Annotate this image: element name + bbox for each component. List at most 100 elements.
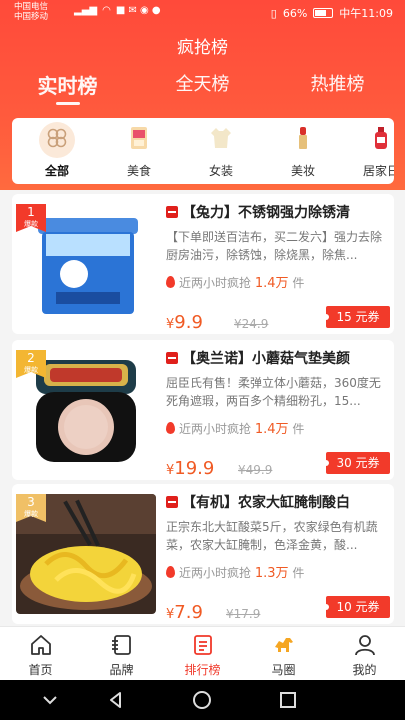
hot-label: 近两小时疯抢 [179, 566, 252, 580]
tabbar-horse-circle[interactable]: 马圈 [243, 627, 324, 680]
price: ¥9.9 [166, 312, 203, 333]
coupon-button[interactable]: 10 元券 [323, 596, 390, 618]
original-price: ¥17.9 [226, 607, 261, 621]
product-title-text: 【兔力】不锈钢强力除锈清 [182, 205, 350, 221]
product-title-text: 【有机】农家大缸腌制酸白 [182, 495, 350, 511]
hot-label: 近两小时疯抢 [179, 276, 252, 290]
rank-badge: 1 爆款 [16, 204, 46, 232]
category-cosmetics[interactable]: 美妆 [268, 118, 338, 184]
category-household[interactable]: 居家日 [346, 118, 394, 184]
tabbar-label: 排行榜 [184, 663, 221, 677]
price: ¥19.9 [166, 458, 214, 479]
price-value: 19.9 [174, 458, 215, 479]
notification-icon: ■ ✉ ◉ ● [115, 5, 161, 16]
carrier-1: 中国电信 [14, 2, 49, 12]
nav-back-icon[interactable] [106, 690, 126, 710]
category-bar: 全部 美食 女装 美妆 居家日 [12, 118, 394, 184]
horse-icon [274, 638, 293, 652]
product-card-2[interactable]: 2 爆款 【奥兰诺】小蘑菇气垫美颜 屈臣氏有售！柔弹立体小蘑菇，360度无死角遮… [12, 340, 394, 480]
hot-count: 1.4万 [254, 422, 289, 437]
hot-unit: 件 [292, 566, 305, 580]
page-title: 疯抢榜 [177, 38, 228, 58]
original-price: ¥49.9 [238, 463, 273, 477]
tmall-icon [166, 206, 178, 218]
hot-count: 1.3万 [254, 566, 289, 581]
tmall-icon [166, 496, 178, 508]
household-icon [375, 127, 387, 149]
tmall-icon [166, 352, 178, 364]
hot-unit: 件 [292, 422, 305, 436]
flame-icon [166, 276, 175, 288]
category-womens-clothing[interactable]: 女装 [186, 118, 256, 184]
tabbar-label: 马圈 [271, 663, 296, 677]
home-icon [30, 635, 51, 655]
tabbar-ranking[interactable]: 排行榜 [162, 627, 243, 680]
all-grid-icon [47, 128, 67, 148]
category-label: 美妆 [290, 164, 315, 178]
ranking-tabs: 实时榜 全天榜 热推榜 [0, 70, 405, 110]
status-bar: 中国电信 中国移动 ▂▄▆ ◠ ■ ✉ ◉ ● ▯ 66% 中午11:09 [0, 0, 405, 26]
coupon-button[interactable]: 15 元券 [323, 306, 390, 328]
tabbar-label: 品牌 [109, 663, 134, 677]
nav-recents-icon[interactable] [278, 690, 298, 710]
system-nav-bar [0, 680, 405, 720]
product-description: 【下单即送百洁布，买二发六】强力去除厨房油污，除锈蚀，除烧黑，除焦... [166, 230, 383, 262]
hot-sales: 近两小时疯抢 1.4万 件 [166, 272, 304, 291]
food-icon [131, 127, 147, 149]
battery-percent: 66% [282, 6, 308, 20]
product-description: 正宗东北大缸酸菜5斤，农家绿色有机蔬菜，农家大缸腌制，色泽金黄，酸... [166, 520, 378, 552]
product-title[interactable]: 【兔力】不锈钢强力除锈清 [166, 202, 388, 222]
product-title-text: 【奥兰诺】小蘑菇气垫美颜 [182, 351, 350, 367]
wifi-icon: ◠ [102, 5, 111, 16]
coupon-button[interactable]: 30 元券 [323, 452, 390, 474]
hot-label: 近两小时疯抢 [179, 422, 252, 436]
tab-hot-recommend[interactable]: 热推榜 [270, 70, 405, 110]
category-label: 美食 [126, 164, 151, 178]
tabbar-label: 首页 [28, 663, 53, 677]
rank-number: 1 [27, 205, 35, 219]
vibrate-icon: ▯ [270, 6, 277, 20]
tabbar-home[interactable]: 首页 [0, 627, 81, 680]
carrier-labels: 中国电信 中国移动 [14, 2, 48, 22]
cosmetics-icon [299, 127, 307, 149]
product-title[interactable]: 【有机】农家大缸腌制酸白 [166, 492, 388, 512]
product-card-3[interactable]: 3 爆款 【有机】农家大缸腌制酸白 正宗东北大缸酸菜5斤，农家绿色有机蔬菜，农家… [12, 484, 394, 624]
tabbar-profile[interactable]: 我的 [324, 627, 405, 680]
price: ¥7.9 [166, 602, 203, 623]
hot-unit: 件 [292, 276, 305, 290]
ranking-icon [193, 635, 212, 655]
profile-icon [354, 635, 375, 656]
brand-icon [111, 635, 131, 655]
flame-icon [166, 422, 175, 434]
signal-icon: ▂▄▆ [74, 5, 98, 16]
status-time: 中午11:09 [339, 7, 393, 20]
flame-icon [166, 566, 175, 578]
tab-realtime[interactable]: 实时榜 [0, 70, 135, 110]
rank-number: 2 [27, 351, 35, 365]
status-right: ▯ 66% 中午11:09 [271, 5, 393, 21]
hot-count: 1.4万 [254, 276, 289, 291]
rank-badge: 3 爆款 [16, 494, 46, 522]
original-price: ¥24.9 [234, 317, 269, 331]
rank-label: 爆款 [24, 220, 38, 228]
rank-label: 爆款 [24, 510, 38, 518]
nav-home-icon[interactable] [192, 690, 212, 710]
rank-label: 爆款 [24, 366, 38, 374]
tabbar-label: 我的 [352, 663, 377, 677]
womens-clothing-icon [211, 128, 231, 148]
nav-hide-icon[interactable] [40, 690, 60, 710]
tabbar-brand[interactable]: 品牌 [81, 627, 162, 680]
category-all[interactable]: 全部 [22, 118, 92, 184]
product-description: 屈臣氏有售！柔弹立体小蘑菇，360度无死角遮瑕，两百多个精细粉孔，15... [166, 376, 381, 408]
category-label: 全部 [44, 164, 69, 178]
bottom-tab-bar: 首页 品牌 排行榜 马圈 我的 [0, 626, 405, 680]
product-card-1[interactable]: 1 爆款 【兔力】不锈钢强力除锈清 【下单即送百洁布，买二发六】强力去除厨房油污… [12, 194, 394, 334]
status-icons: ▂▄▆ ◠ ■ ✉ ◉ ● [74, 5, 161, 16]
carrier-2: 中国移动 [14, 12, 49, 22]
hot-sales: 近两小时疯抢 1.3万 件 [166, 562, 304, 581]
category-food[interactable]: 美食 [104, 118, 174, 184]
battery-icon [313, 8, 334, 18]
tab-all-day[interactable]: 全天榜 [135, 70, 270, 110]
rank-badge: 2 爆款 [16, 350, 46, 378]
product-title[interactable]: 【奥兰诺】小蘑菇气垫美颜 [166, 348, 388, 368]
